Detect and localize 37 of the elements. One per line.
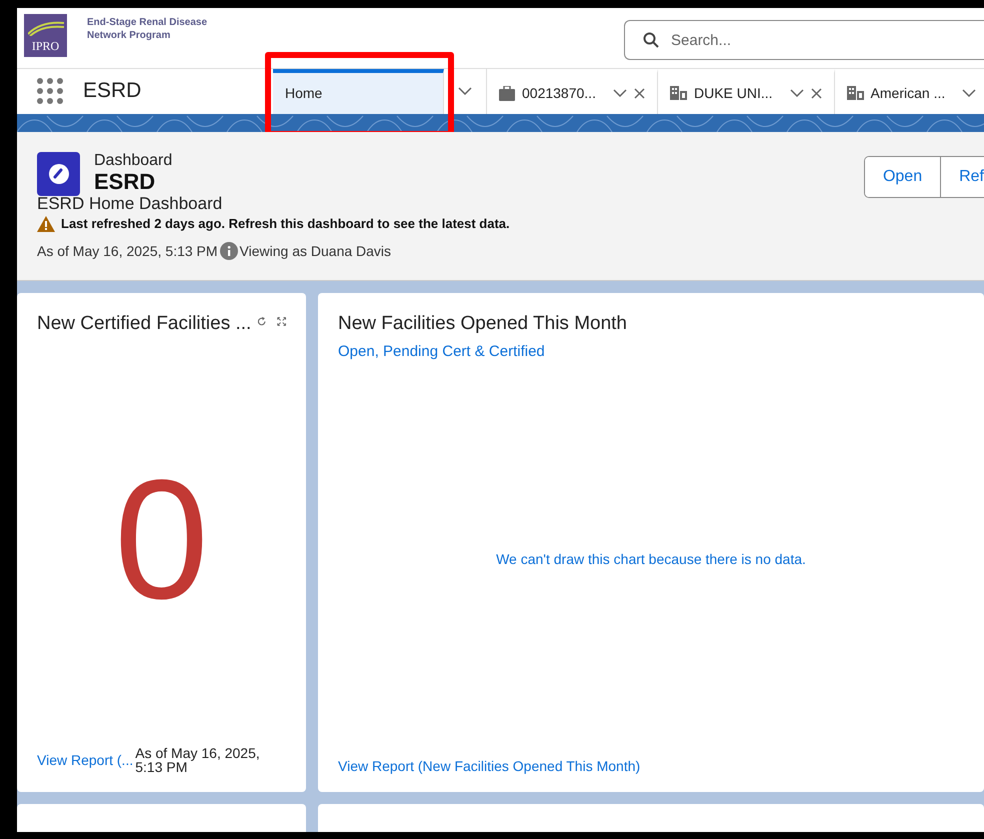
app-name: ESRD [83, 79, 142, 104]
metric-value: 0 [114, 444, 209, 638]
expand-icon[interactable] [276, 314, 286, 328]
building-icon [670, 86, 687, 100]
warning-icon [37, 216, 55, 232]
refresh-icon[interactable] [257, 314, 267, 328]
info-icon[interactable] [220, 242, 238, 260]
app-launcher-icon[interactable] [37, 78, 63, 104]
empty-chart-message: We can't draw this chart because there is no data. [496, 550, 806, 567]
close-icon[interactable] [634, 88, 645, 99]
chevron-down-icon[interactable] [458, 87, 472, 96]
view-report-link[interactable]: View Report (New Facilities Opened This Month) [338, 758, 640, 774]
dashboard-icon [37, 152, 80, 196]
chevron-down-icon[interactable] [790, 89, 804, 98]
dashboard-description: ESRD Home Dashboard [37, 194, 224, 214]
briefcase-icon [499, 86, 515, 101]
chevron-down-icon[interactable] [612, 89, 627, 98]
dashboard-title: ESRD [94, 170, 156, 194]
org-name: End-Stage Renal Disease [87, 16, 208, 29]
as-of-date: As of May 16, 2025, 5:13 PM [135, 746, 261, 774]
tab[interactable]: Home [273, 68, 444, 114]
object-type-label: Dashboard [94, 152, 172, 170]
chevron-down-icon[interactable] [962, 89, 976, 98]
widget-title: New Certified Facilities ... [37, 312, 252, 335]
org-subtitle: Network Program [87, 29, 172, 42]
close-icon[interactable] [810, 88, 822, 99]
search-field[interactable]: Search... [624, 20, 984, 60]
warning-message: Last refreshed 2 days ago. Refresh this dashboard to see the latest data. [61, 216, 510, 232]
search-icon [643, 32, 659, 48]
header-button[interactable]: Open [864, 156, 942, 197]
logo: IPRO [24, 14, 67, 57]
view-report-link[interactable]: View Report (... [37, 752, 134, 768]
building-icon [846, 86, 864, 100]
widget-title: New Facilities Opened This Month [338, 312, 628, 335]
as-of-date: As of May 16, 2025, 5:13 PM [37, 242, 218, 259]
viewing-as: Viewing as Duana Davis [240, 242, 392, 259]
chart-subtitle-link[interactable]: Open, Pending Cert & Certified [338, 342, 964, 360]
